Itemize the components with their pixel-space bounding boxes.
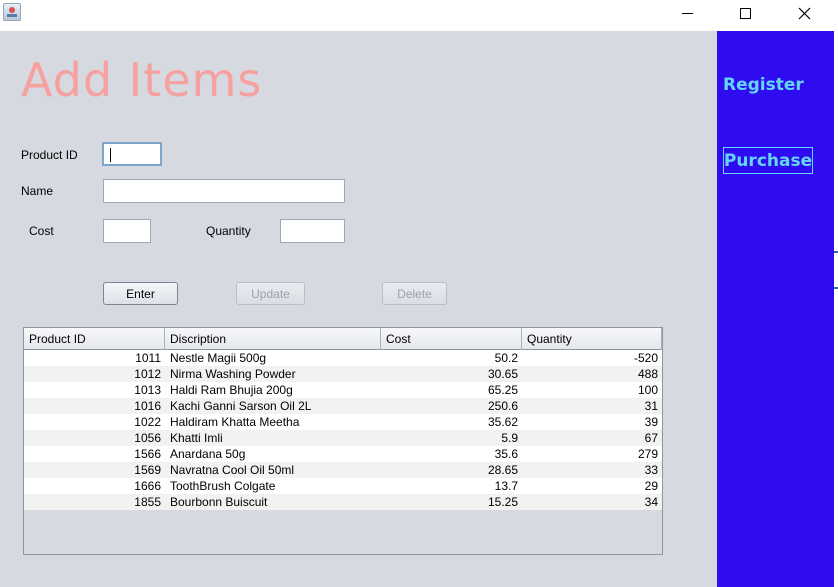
cell-cost: 250.6 [487, 399, 518, 413]
cell-product-id: 1022 [134, 415, 161, 429]
window-edge [834, 31, 838, 587]
quantity-field[interactable] [280, 219, 345, 243]
minimize-icon [681, 12, 693, 14]
table-row[interactable]: 1569 Navratna Cool Oil 50ml 28.65 33 [24, 462, 662, 478]
purchase-button[interactable]: Purchase [723, 147, 813, 174]
table-row[interactable]: 1016 Kachi Ganni Sarson Oil 2L 250.6 31 [24, 398, 662, 414]
column-header-description[interactable]: Discription [165, 328, 381, 350]
cell-cost: 28.65 [487, 463, 518, 477]
table-body: 1011 Nestle Magii 500g 50.2 -520 1012 Nirma W… [24, 350, 662, 510]
java-cup-icon[interactable] [3, 3, 21, 21]
cell-product-id: 1016 [134, 399, 161, 413]
name-label: Name [21, 184, 54, 198]
cell-quantity: 67 [644, 431, 658, 445]
table-row[interactable]: 1666 ToothBrush Colgate 13.7 29 [24, 478, 662, 494]
page-title: Add Items [21, 53, 263, 107]
column-header-quantity[interactable]: Quantity [522, 328, 662, 350]
column-header-product-id[interactable]: Product ID [24, 328, 165, 350]
cell-product-id: 1011 [135, 351, 161, 365]
cell-quantity: 34 [644, 495, 658, 509]
cell-description: Khatti Imli [170, 431, 223, 445]
cell-quantity: 279 [637, 447, 658, 461]
cell-product-id: 1666 [134, 479, 161, 493]
cell-product-id: 1855 [134, 495, 161, 509]
maximize-icon [739, 7, 751, 19]
cost-label: Cost [29, 224, 54, 238]
column-header-cost[interactable]: Cost [381, 328, 522, 350]
table-row[interactable]: 1855 Bourbonn Buiscuit 15.25 34 [24, 494, 662, 510]
cell-cost: 50.2 [494, 351, 518, 365]
product-id-field[interactable] [102, 142, 162, 166]
cell-quantity: 100 [637, 383, 658, 397]
cell-description: Haldi Ram Bhujia 200g [170, 383, 293, 397]
enter-button[interactable]: Enter [103, 282, 178, 305]
cell-quantity: 33 [644, 463, 658, 477]
cell-description: Kachi Ganni Sarson Oil 2L [170, 399, 312, 413]
close-icon [798, 7, 810, 19]
table-row[interactable]: 1012 Nirma Washing Powder 30.65 488 [24, 366, 662, 382]
cell-product-id: 1013 [134, 383, 161, 397]
cell-quantity: 39 [644, 415, 658, 429]
edge-marker [834, 287, 838, 289]
close-button[interactable] [781, 0, 827, 26]
table-row[interactable]: 1566 Anardana 50g 35.6 279 [24, 446, 662, 462]
maximize-button[interactable] [722, 0, 768, 26]
edge-marker [834, 251, 838, 253]
text-caret [110, 148, 111, 162]
update-button[interactable]: Update [236, 282, 305, 305]
product-id-label: Product ID [21, 148, 78, 162]
cell-cost: 30.65 [487, 367, 518, 381]
name-field[interactable] [103, 179, 345, 203]
delete-button[interactable]: Delete [382, 282, 447, 305]
cell-description: Anardana 50g [170, 447, 246, 461]
add-items-panel: Add Items Product ID Name Cost Quantity … [0, 31, 717, 587]
items-table[interactable]: Product ID Discription Cost Quantity 101… [23, 327, 663, 555]
cell-description: Nestle Magii 500g [170, 351, 267, 365]
cell-description: Nirma Washing Powder [170, 367, 296, 381]
cell-quantity: 31 [644, 399, 658, 413]
table-row[interactable]: 1013 Haldi Ram Bhujia 200g 65.25 100 [24, 382, 662, 398]
table-header: Product ID Discription Cost Quantity [24, 328, 662, 350]
cell-quantity: 29 [644, 479, 658, 493]
cell-description: ToothBrush Colgate [170, 479, 276, 493]
purchase-label: Purchase [723, 150, 813, 171]
cell-description: Bourbonn Buiscuit [170, 495, 268, 509]
cell-quantity: -520 [633, 351, 658, 365]
cell-cost: 15.25 [487, 495, 518, 509]
cell-cost: 35.62 [487, 415, 518, 429]
cell-cost: 65.25 [487, 383, 518, 397]
side-nav-panel [717, 31, 834, 587]
title-bar [0, 0, 838, 31]
cell-cost: 35.6 [494, 447, 518, 461]
cost-field[interactable] [103, 219, 151, 243]
cell-product-id: 1569 [134, 463, 161, 477]
cell-description: Haldiram Khatta Meetha [170, 415, 300, 429]
table-row[interactable]: 1022 Haldiram Khatta Meetha 35.62 39 [24, 414, 662, 430]
cell-product-id: 1566 [134, 447, 161, 461]
register-link[interactable]: Register [723, 75, 804, 95]
cell-description: Navratna Cool Oil 50ml [170, 463, 295, 477]
cell-cost: 5.9 [501, 431, 518, 445]
cell-quantity: 488 [637, 367, 658, 381]
quantity-label: Quantity [206, 224, 251, 238]
cell-product-id: 1056 [134, 431, 161, 445]
cell-cost: 13.7 [494, 479, 518, 493]
cell-product-id: 1012 [134, 367, 161, 381]
table-row[interactable]: 1011 Nestle Magii 500g 50.2 -520 [24, 350, 662, 366]
minimize-button[interactable] [664, 0, 710, 26]
table-row[interactable]: 1056 Khatti Imli 5.9 67 [24, 430, 662, 446]
